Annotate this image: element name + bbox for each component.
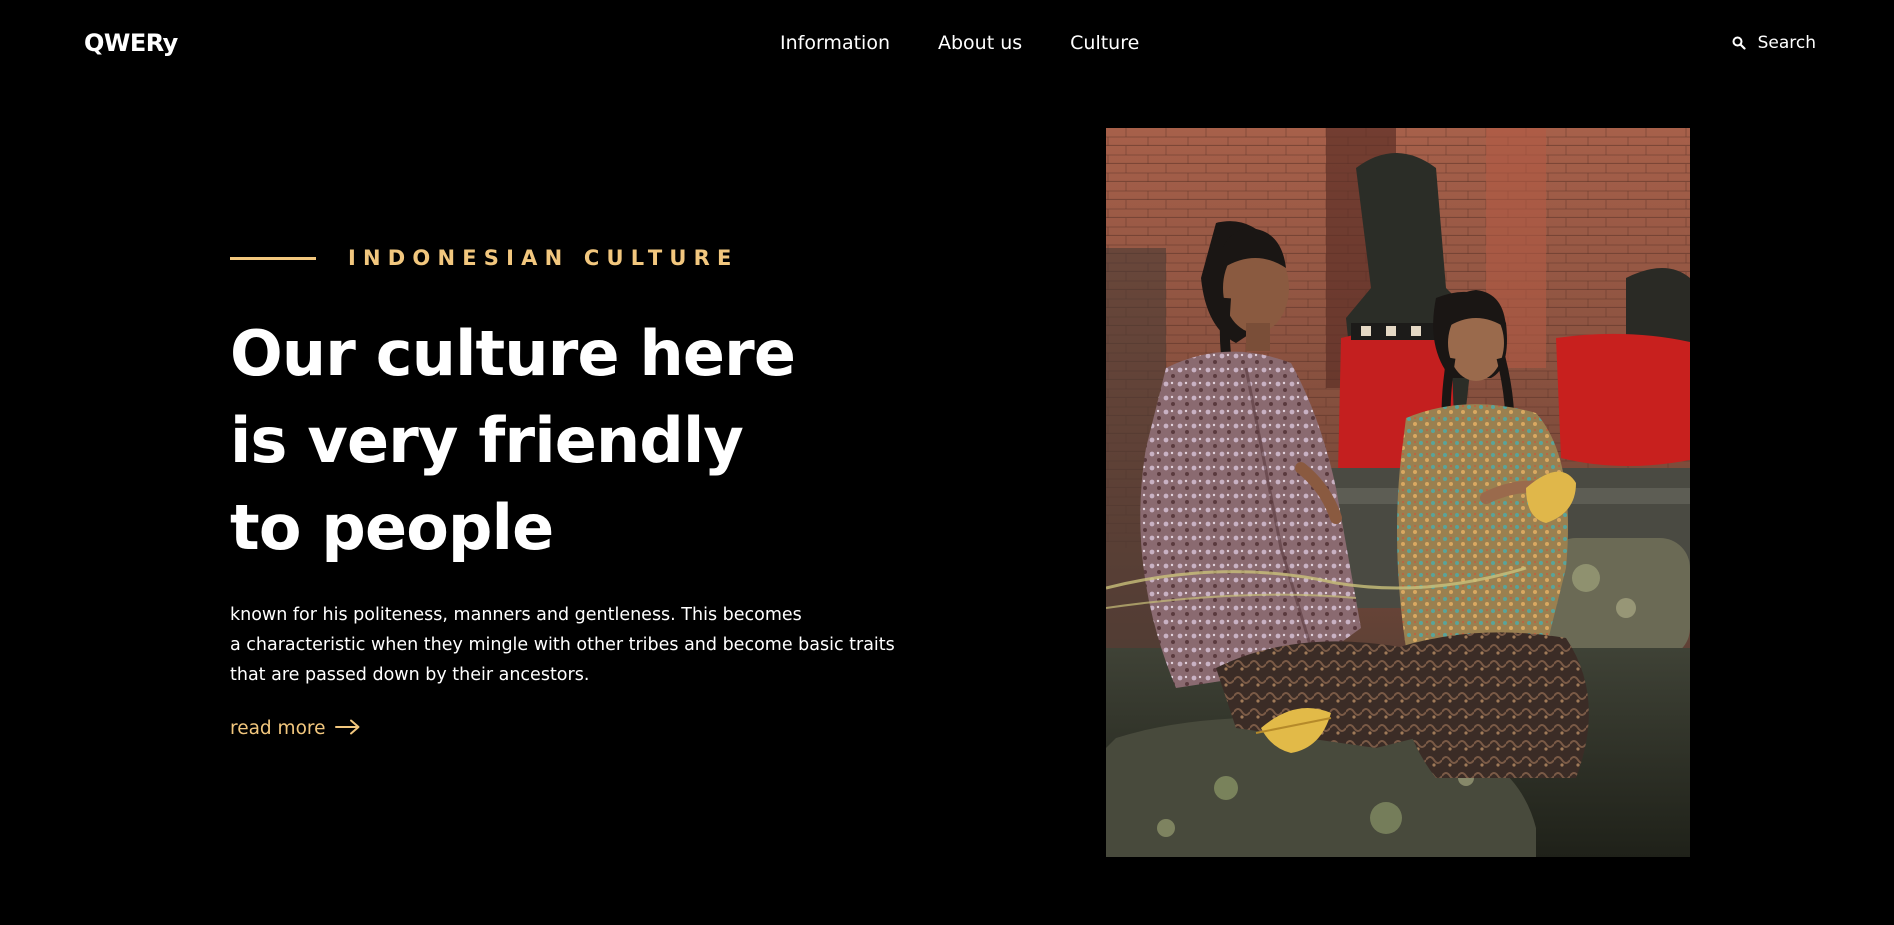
nav-item-about-us[interactable]: About us <box>938 30 1022 56</box>
nav-item-information[interactable]: Information <box>780 30 890 56</box>
hero-headline: Our culture here is very friendly to peo… <box>230 310 830 571</box>
read-more-label: read more <box>230 718 326 739</box>
site-logo[interactable]: QWERy <box>84 28 178 58</box>
headline-line: Our culture here <box>230 317 796 390</box>
eyebrow-divider <box>230 256 316 260</box>
main-nav: Information About us Culture <box>780 30 1139 56</box>
section-eyebrow: INDONESIAN CULTURE <box>230 244 739 272</box>
arrow-right-icon <box>335 719 361 739</box>
search-icon <box>1732 36 1746 50</box>
description-line: known for his politeness, manners and ge… <box>230 605 802 625</box>
search-button[interactable]: Search <box>1732 30 1816 56</box>
page: QWERy Information About us Culture Searc… <box>0 0 1894 925</box>
search-label: Search <box>1757 33 1816 53</box>
nav-item-culture[interactable]: Culture <box>1070 30 1139 56</box>
hero-photo <box>1106 128 1690 857</box>
read-more-link[interactable]: read more <box>230 715 361 743</box>
headline-line: is very friendly <box>230 404 744 477</box>
description-line: a characteristic when they mingle with o… <box>230 635 895 655</box>
hero-description: known for his politeness, manners and ge… <box>230 600 910 690</box>
headline-line: to people <box>230 491 554 564</box>
eyebrow-text: INDONESIAN CULTURE <box>348 246 739 270</box>
description-line: that are passed down by their ancestors. <box>230 665 590 685</box>
